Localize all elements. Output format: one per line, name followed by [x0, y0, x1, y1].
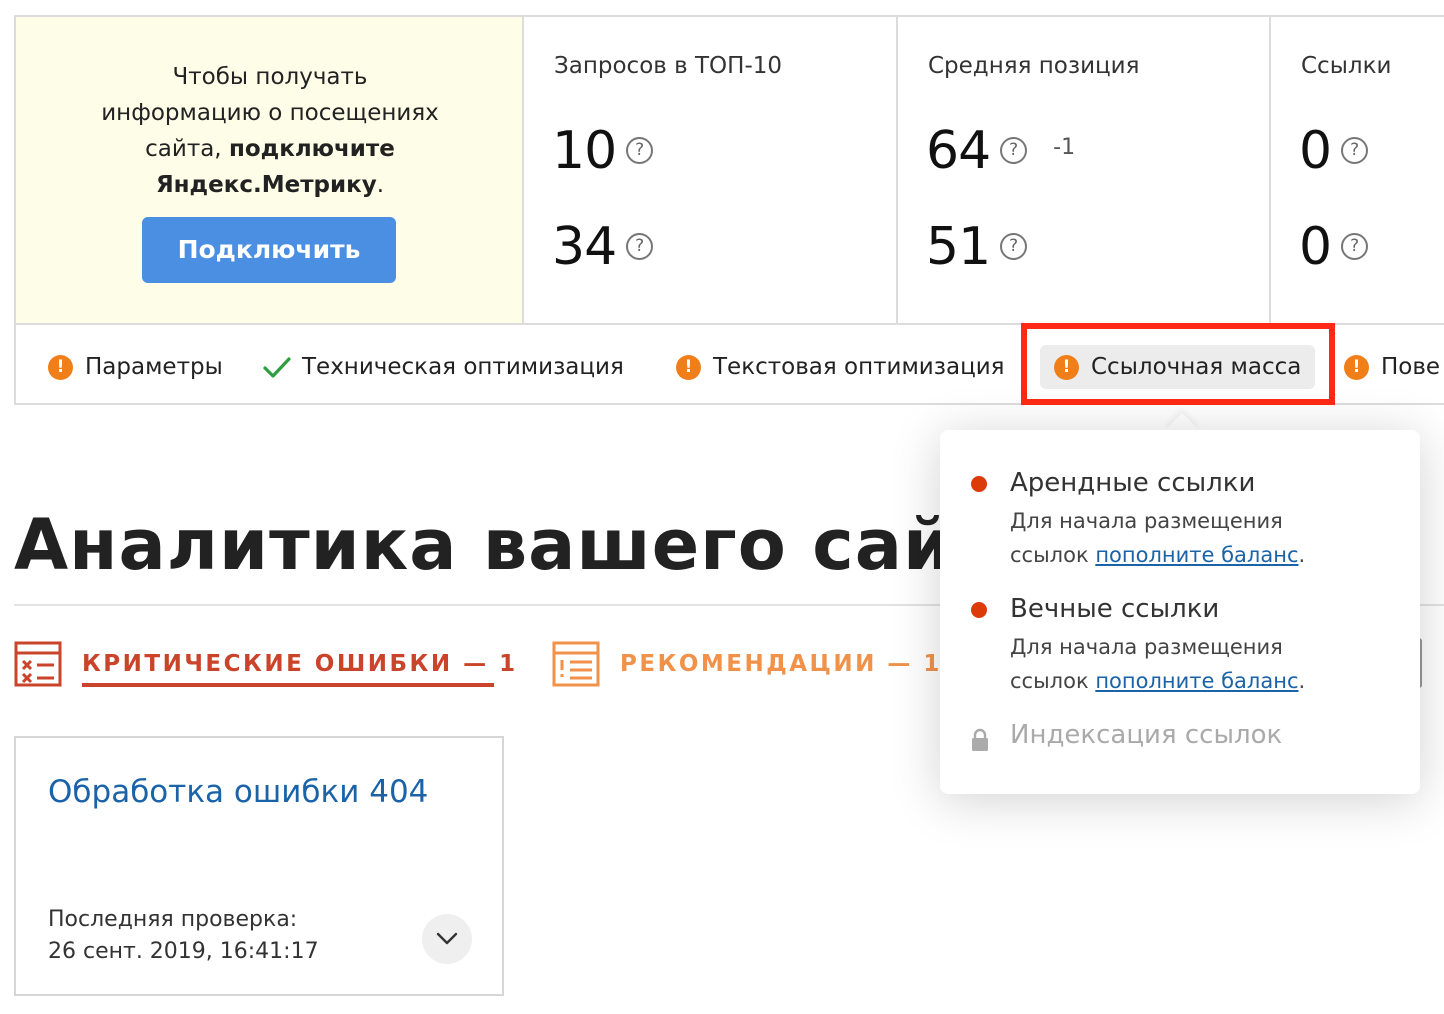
promo-line-2: информацию о посещениях: [101, 100, 439, 126]
stat-avg-position: Средняя позиция 64? -1 51?: [898, 17, 1271, 323]
promo-line-4-bold: Яндекс.Метрику: [155, 172, 377, 198]
stat-value: 64: [926, 121, 991, 181]
desc-line: Для начала размещения: [1010, 509, 1283, 533]
dropdown-item-permanent-links[interactable]: Вечные ссылки Для начала размещения ссыл…: [1010, 594, 1305, 698]
tab-text-optimization[interactable]: ! Текстовая оптимизация: [676, 345, 1005, 389]
stat-title: Средняя позиция: [928, 53, 1140, 79]
item-description: Для начала размещения ссылок пополните б…: [1010, 504, 1305, 572]
promo-line-4-suffix: .: [376, 172, 385, 198]
stat-delta: -1: [1053, 135, 1076, 160]
promo-line-1: Чтобы получать: [172, 64, 368, 90]
stat-value-primary: 0?: [1299, 121, 1369, 181]
stat-value: 34: [552, 217, 617, 277]
promo-line-3-bold: подключите: [228, 136, 395, 162]
tab-technical-optimization[interactable]: Техническая оптимизация: [262, 345, 624, 389]
stat-value-primary: 10?: [552, 121, 654, 181]
tab-link-mass[interactable]: ! Ссылочная масса: [1040, 345, 1316, 389]
top-up-balance-link[interactable]: пополните баланс: [1095, 543, 1298, 567]
section-tabs: ! Параметры Техническая оптимизация ! Те…: [16, 323, 1444, 403]
tab-label: Пове: [1381, 354, 1441, 380]
stat-value: 51: [926, 217, 991, 277]
last-check-label: Последняя проверка:: [48, 907, 298, 932]
warning-icon: !: [1054, 354, 1079, 380]
lock-icon: [972, 728, 988, 751]
issue-title-link[interactable]: Обработка ошибки 404: [48, 774, 428, 810]
last-check-date: 26 сент. 2019, 16:41:17: [48, 939, 319, 964]
stat-title: Ссылки: [1301, 53, 1392, 79]
promo-text: Чтобы получать информацию о посещениях с…: [56, 59, 484, 203]
stat-value-secondary: 51?: [926, 217, 1028, 277]
stat-value-secondary: 34?: [552, 217, 654, 277]
page-title: Аналитика вашего сайт: [14, 504, 995, 586]
tab-behavior[interactable]: ! Пове: [1344, 345, 1440, 389]
stat-title: Запросов в ТОП-10: [554, 53, 783, 79]
stat-value-secondary: 0?: [1299, 217, 1369, 277]
item-description: Для начала размещения ссылок пополните б…: [1010, 630, 1305, 698]
help-icon[interactable]: ?: [1341, 232, 1369, 260]
recommendations-list-icon: [552, 641, 600, 687]
help-icon[interactable]: ?: [1341, 136, 1369, 164]
status-dot-icon: [971, 476, 987, 492]
dropdown-item-link-indexing: Индексация ссылок: [1010, 720, 1283, 750]
stat-value: 10: [552, 121, 617, 181]
stat-links: Ссылки 0? 0?: [1271, 17, 1444, 323]
last-check: Последняя проверка: 26 сент. 2019, 16:41…: [48, 904, 319, 968]
item-title[interactable]: Вечные ссылки: [1010, 594, 1305, 624]
desc-suffix: .: [1298, 543, 1306, 567]
help-icon[interactable]: ?: [1000, 232, 1028, 260]
stat-value-primary: 64? -1: [926, 121, 1075, 184]
metrika-promo: Чтобы получать информацию о посещениях с…: [16, 17, 524, 323]
desc-prefix: ссылок: [1010, 669, 1096, 693]
promo-line-3: сайта,: [145, 136, 229, 162]
critical-list-icon: [14, 641, 62, 687]
desc-prefix: ссылок: [1010, 543, 1096, 567]
tab-label: Параметры: [85, 354, 223, 380]
tab-label: Техническая оптимизация: [302, 354, 624, 380]
category-recommendations[interactable]: РЕКОМЕНДАЦИИ — 1: [552, 638, 942, 690]
warning-icon: !: [48, 354, 73, 380]
chevron-down-icon: [436, 932, 458, 945]
active-category-underline: [82, 683, 494, 687]
category-label: РЕКОМЕНДАЦИИ — 1: [620, 651, 942, 677]
checkmark-icon: [263, 356, 291, 378]
link-mass-dropdown: Арендные ссылки Для начала размещения сс…: [940, 430, 1420, 794]
desc-suffix: .: [1298, 669, 1306, 693]
stats-panel: Чтобы получать информацию о посещениях с…: [14, 15, 1444, 405]
tab-label: Ссылочная масса: [1091, 354, 1302, 380]
help-icon[interactable]: ?: [1000, 136, 1028, 164]
tab-label: Текстовая оптимизация: [713, 354, 1005, 380]
desc-line: Для начала размещения: [1010, 635, 1283, 659]
category-label: КРИТИЧЕСКИЕ ОШИБКИ — 1: [82, 651, 518, 677]
stat-top10: Запросов в ТОП-10 10? 34?: [524, 17, 898, 323]
expand-button[interactable]: [422, 914, 472, 964]
connect-button[interactable]: Подключить: [142, 217, 396, 283]
stat-value: 0: [1299, 121, 1332, 181]
help-icon[interactable]: ?: [626, 136, 654, 164]
issue-card: Обработка ошибки 404 Последняя проверка:…: [14, 736, 504, 996]
top-up-balance-link[interactable]: пополните баланс: [1095, 669, 1298, 693]
warning-icon: !: [676, 354, 701, 380]
help-icon[interactable]: ?: [626, 232, 654, 260]
warning-icon: !: [1344, 354, 1369, 380]
stat-value: 0: [1299, 217, 1332, 277]
status-dot-icon: [971, 602, 987, 618]
tab-parameters[interactable]: ! Параметры: [48, 345, 223, 389]
dropdown-item-rent-links[interactable]: Арендные ссылки Для начала размещения сс…: [1010, 468, 1305, 572]
item-title[interactable]: Арендные ссылки: [1010, 468, 1305, 498]
